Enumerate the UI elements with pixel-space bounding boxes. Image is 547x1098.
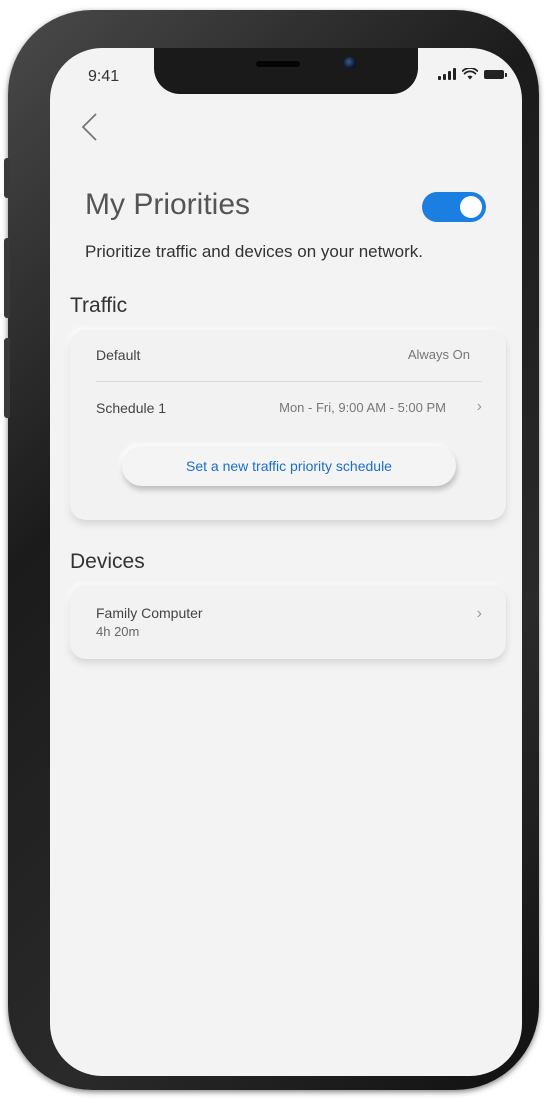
traffic-heading: Traffic [70,294,128,317]
volume-down-button [4,338,10,418]
traffic-row-value: Always On [407,347,470,362]
notch [154,48,418,94]
traffic-row-schedule[interactable]: Schedule 1 Mon - Fri, 9:00 AM - 5:00 PM … [96,398,482,416]
devices-heading: Devices [70,550,145,573]
new-schedule-button[interactable]: Set a new traffic priority schedule [122,446,456,486]
wifi-icon [462,68,478,80]
volume-up-button [4,238,10,318]
priorities-toggle[interactable] [422,192,486,222]
mute-switch [4,158,10,198]
front-camera [344,57,356,69]
traffic-row-label: Default [96,347,141,363]
traffic-card: Default Always On Schedule 1 Mon - Fri, … [70,330,506,520]
speaker [256,61,300,67]
page-title: My Priorities [85,188,251,221]
battery-icon [484,69,507,79]
divider [96,381,482,382]
chevron-right-icon: › [476,605,482,622]
status-icons [438,68,507,80]
status-time: 9:41 [88,68,120,85]
toggle-knob [460,196,482,218]
back-chevron-icon[interactable] [78,112,102,142]
traffic-row-label: Schedule 1 [96,400,167,416]
device-card[interactable]: Family Computer 4h 20m › [70,585,506,659]
device-duration: 4h 20m [96,624,140,639]
device-name: Family Computer [96,605,203,621]
signal-icon [438,68,456,80]
traffic-row-default: Default Always On [96,347,482,363]
screen: 9:41 My Priorities Prioritize traffic an… [50,48,522,1076]
phone-frame: 9:41 My Priorities Prioritize traffic an… [4,10,539,1090]
device-row: Family Computer 4h 20m › [96,605,482,639]
traffic-row-value: Mon - Fri, 9:00 AM - 5:00 PM [279,400,446,415]
page-subtitle: Prioritize traffic and devices on your n… [85,242,423,261]
chevron-right-icon: › [476,398,482,415]
